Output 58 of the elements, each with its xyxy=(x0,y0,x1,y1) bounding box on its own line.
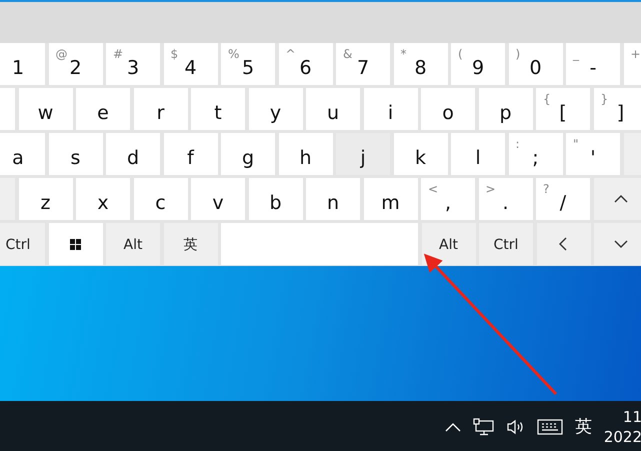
keyboard-key[interactable]: ( 9 xyxy=(451,43,505,85)
keyboard-key[interactable]: _ - xyxy=(566,43,620,85)
keyboard-key[interactable]: 1 xyxy=(0,43,45,85)
speaker-icon[interactable] xyxy=(506,418,525,434)
keyboard-key[interactable]: Alt xyxy=(106,223,160,265)
keyboard-icon[interactable] xyxy=(536,418,563,434)
keyboard-key[interactable]: } ] xyxy=(594,88,641,130)
keyboard-key[interactable]: a xyxy=(0,133,45,175)
keyboard-key[interactable]: # 3 xyxy=(106,43,160,85)
keyboard-key[interactable]: : ; xyxy=(508,133,562,175)
keyboard-key[interactable]: e xyxy=(76,88,130,130)
keyboard-key[interactable]: < , xyxy=(421,178,475,220)
keyboard-key[interactable]: Ctrl xyxy=(0,223,45,265)
keyboard-key[interactable]: s xyxy=(48,133,102,175)
keyboard-key[interactable]: y xyxy=(248,88,302,130)
keyboard-key[interactable]: t xyxy=(191,88,245,130)
keyboard-key[interactable]: ? / xyxy=(536,178,590,220)
space-bar[interactable] xyxy=(221,223,418,265)
keyboard-key[interactable]: x xyxy=(76,178,130,220)
keyboard-key[interactable]: i xyxy=(364,88,418,130)
chevron-up-icon[interactable] xyxy=(444,422,461,432)
keyboard-key[interactable]: % 5 xyxy=(221,43,275,85)
keyboard-key[interactable]: $ 4 xyxy=(164,43,218,85)
keyboard-key[interactable]: ^ 6 xyxy=(278,43,332,85)
keyboard-key[interactable]: 英 xyxy=(164,223,218,265)
keyboard-key[interactable]: l xyxy=(451,133,505,175)
keyboard-key[interactable]: Alt xyxy=(422,223,476,265)
clock[interactable]: 11 2022 xyxy=(604,406,641,446)
windows-logo-icon xyxy=(70,238,81,250)
keyboard-key[interactable]: n xyxy=(306,178,360,220)
keyboard-key[interactable]: + xyxy=(624,43,641,85)
keyboard-key[interactable]: & 7 xyxy=(336,43,390,85)
keyboard-key[interactable]: b xyxy=(248,178,302,220)
keyboard-key[interactable]: " ' xyxy=(566,133,620,175)
keyboard-key[interactable]: * 8 xyxy=(394,43,448,85)
keyboard-key[interactable]: { [ xyxy=(536,88,590,130)
keyboard-key[interactable]: g xyxy=(221,133,275,175)
input-indicator[interactable]: 英 xyxy=(574,415,592,438)
network-icon[interactable] xyxy=(472,418,495,436)
keyboard-key[interactable]: z xyxy=(18,178,72,220)
keyboard-key[interactable]: ) 0 xyxy=(508,43,562,85)
keyboard-key[interactable]: k xyxy=(394,133,448,175)
keyboard-key[interactable]: m xyxy=(364,178,418,220)
keyboard-key[interactable]: > . xyxy=(478,178,532,220)
keyboard-key[interactable]: p xyxy=(478,88,532,130)
keyboard-key[interactable]: j xyxy=(336,133,390,175)
keyboard-key[interactable]: v xyxy=(191,178,245,220)
keyboard-key[interactable]: o xyxy=(421,88,475,130)
keyboard-key[interactable]: r xyxy=(134,88,188,130)
keyboard-key[interactable]: c xyxy=(134,178,188,220)
keyboard-key[interactable] xyxy=(48,223,102,265)
keyboard-key[interactable]: u xyxy=(306,88,360,130)
keyboard-key[interactable]: f xyxy=(164,133,218,175)
keyboard-key[interactable]: @ 2 xyxy=(48,43,102,85)
keyboard-key[interactable]: d xyxy=(106,133,160,175)
keyboard-key[interactable]: w xyxy=(18,88,72,130)
keyboard-key[interactable]: Ctrl xyxy=(479,223,533,265)
keyboard-key[interactable]: h xyxy=(278,133,332,175)
